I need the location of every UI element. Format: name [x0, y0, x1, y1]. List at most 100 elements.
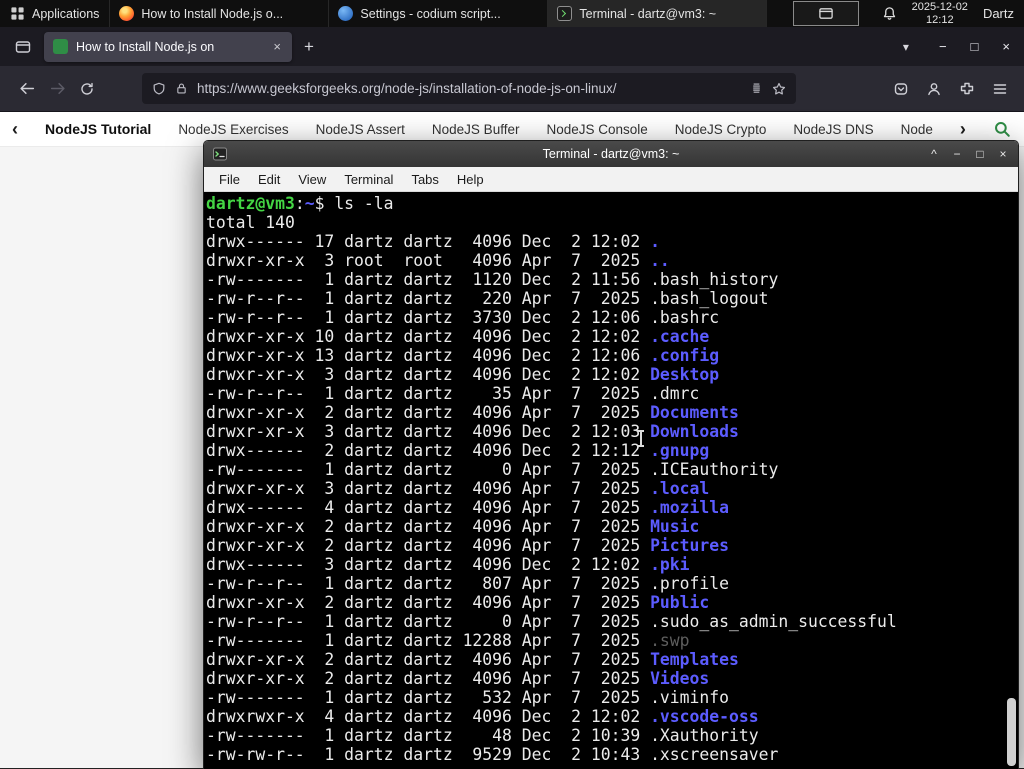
lock-icon[interactable]	[175, 82, 188, 95]
taskbar-item[interactable]: Settings - codium script...	[329, 0, 549, 27]
terminal-line: drwxr-xr-x 2 dartz dartz 4096 Apr 7 2025…	[206, 517, 700, 536]
terminal-line: drwxrwxr-x 4 dartz dartz 4096 Dec 2 12:0…	[206, 707, 759, 726]
terminal-shade-button[interactable]: ^	[927, 147, 941, 161]
pocket-icon[interactable]	[893, 81, 909, 97]
gfg-nav-item[interactable]: NodeJS Crypto	[675, 122, 767, 137]
terminal-line: -rw------- 1 dartz dartz 48 Dec 2 10:39 …	[206, 726, 759, 745]
terminal-line: drwx------ 17 dartz dartz 4096 Dec 2 12:…	[206, 232, 660, 251]
taskbar-item-label: How to Install Node.js o...	[141, 6, 284, 21]
terminal-icon	[557, 6, 573, 21]
terminal-line: drwxr-xr-x 10 dartz dartz 4096 Dec 2 12:…	[206, 327, 710, 346]
nav-scroll-left-icon[interactable]: ‹	[12, 120, 18, 138]
terminal-line: -rw-r--r-- 1 dartz dartz 35 Apr 7 2025 .…	[206, 384, 700, 403]
toolbar-right-icons	[893, 81, 1012, 97]
taskbar: How to Install Node.js o... Settings - co…	[110, 0, 768, 27]
terminal-line: -rw-rw-r-- 1 dartz dartz 9529 Dec 2 10:4…	[206, 745, 779, 764]
notifications-bell-icon[interactable]	[882, 6, 897, 21]
reader-view-icon[interactable]	[750, 82, 763, 95]
gfg-nav-item[interactable]: NodeJS Console	[546, 122, 647, 137]
url-bar[interactable]: https://www.geeksforgeeks.org/node-js/in…	[142, 73, 796, 104]
taskbar-item[interactable]: Terminal - dartz@vm3: ~	[548, 0, 768, 27]
terminal-menu-file[interactable]: File	[210, 172, 249, 187]
terminal-menu-view[interactable]: View	[289, 172, 335, 187]
terminal-title: Terminal - dartz@vm3: ~	[542, 147, 680, 161]
forward-button[interactable]	[42, 74, 72, 104]
terminal-titlebar[interactable]: Terminal - dartz@vm3: ~ ^ − □ ×	[204, 141, 1018, 167]
window-minimize-button[interactable]: −	[939, 39, 947, 54]
browser-toolbar: https://www.geeksforgeeks.org/node-js/in…	[0, 66, 1024, 112]
user-menu[interactable]: Dartz	[983, 6, 1014, 21]
terminal-screen[interactable]: dartz@vm3:~$ ls -la total 140 drwx------ 1…	[204, 192, 1018, 769]
browser-tab[interactable]: How to Install Node.js on ×	[44, 31, 292, 62]
gfg-nav-item[interactable]: NodeJS Tutorial	[45, 121, 151, 137]
terminal-line: -rw-r--r-- 1 dartz dartz 807 Apr 7 2025 …	[206, 574, 730, 593]
terminal-line: -rw------- 1 dartz dartz 1120 Dec 2 11:5…	[206, 270, 779, 289]
applications-menu[interactable]: Applications	[0, 0, 111, 27]
terminal-app-icon	[212, 146, 228, 162]
terminal-maximize-button[interactable]: □	[973, 147, 987, 161]
topbar-status-area: 2025-12-02 12:12 Dartz	[872, 0, 1024, 27]
terminal-menu-tabs[interactable]: Tabs	[402, 172, 447, 187]
tracking-shield-icon[interactable]	[152, 82, 166, 96]
tray-terminal-window-icon[interactable]	[793, 1, 860, 26]
new-tab-button[interactable]: +	[304, 37, 314, 57]
gfg-nav-item[interactable]: Node	[901, 122, 933, 137]
terminal-line: -rw------- 1 dartz dartz 0 Apr 7 2025 .I…	[206, 460, 779, 479]
terminal-window-controls: ^ − □ ×	[927, 147, 1010, 161]
menu-hamburger-icon[interactable]	[992, 81, 1008, 97]
browser-window-controls: − □ ×	[939, 39, 1010, 54]
search-icon[interactable]	[993, 120, 1011, 138]
terminal-line: drwx------ 2 dartz dartz 4096 Dec 2 12:1…	[206, 441, 710, 460]
back-button[interactable]	[12, 74, 42, 104]
terminal-line: drwxr-xr-x 2 dartz dartz 4096 Apr 7 2025…	[206, 650, 739, 669]
terminal-line: drwxr-xr-x 2 dartz dartz 4096 Apr 7 2025…	[206, 593, 710, 612]
tab-close-icon[interactable]: ×	[271, 39, 283, 54]
terminal-menu-help[interactable]: Help	[448, 172, 493, 187]
firefox-icon	[119, 6, 135, 21]
clock[interactable]: 2025-12-02 12:12	[912, 1, 968, 26]
terminal-scrollbar-thumb[interactable]	[1007, 698, 1016, 766]
bookmark-star-icon[interactable]	[772, 82, 786, 96]
terminal-menubar: File Edit View Terminal Tabs Help	[204, 167, 1018, 192]
terminal-line: drwxr-xr-x 3 dartz dartz 4096 Dec 2 12:0…	[206, 365, 720, 384]
terminal-line: -rw-r--r-- 1 dartz dartz 0 Apr 7 2025 .s…	[206, 612, 897, 631]
firefox-view-icon[interactable]	[8, 33, 38, 61]
terminal-line: drwxr-xr-x 3 dartz dartz 4096 Apr 7 2025…	[206, 479, 710, 498]
terminal-line: -rw------- 1 dartz dartz 12288 Apr 7 202…	[206, 631, 690, 650]
taskbar-item[interactable]: How to Install Node.js o...	[110, 0, 330, 27]
extensions-icon[interactable]	[959, 81, 975, 97]
applications-label: Applications	[32, 6, 100, 21]
terminal-line: drwx------ 4 dartz dartz 4096 Apr 7 2025…	[206, 498, 730, 517]
terminal-line: drwx------ 3 dartz dartz 4096 Dec 2 12:0…	[206, 555, 690, 574]
terminal-menu-edit[interactable]: Edit	[249, 172, 289, 187]
gfg-nav-items: NodeJS Tutorial NodeJS Exercises NodeJS As…	[45, 121, 933, 137]
gfg-nav-item[interactable]: NodeJS DNS	[793, 122, 873, 137]
reload-button[interactable]	[72, 74, 102, 104]
nav-scroll-right-icon[interactable]: ›	[960, 120, 966, 138]
url-text[interactable]: https://www.geeksforgeeks.org/node-js/in…	[197, 81, 741, 96]
gfg-favicon	[53, 39, 68, 54]
gfg-nav-item[interactable]: NodeJS Buffer	[432, 122, 520, 137]
terminal-minimize-button[interactable]: −	[950, 147, 964, 161]
terminal-line: drwxr-xr-x 2 dartz dartz 4096 Apr 7 2025…	[206, 669, 710, 688]
tab-title: How to Install Node.js on	[76, 39, 215, 54]
terminal-output: dartz@vm3:~$ ls -la total 140 drwx------ 1…	[206, 194, 1004, 764]
gfg-nav-item[interactable]: NodeJS Exercises	[178, 122, 288, 137]
window-close-button[interactable]: ×	[1002, 39, 1010, 54]
terminal-line: drwxr-xr-x 2 dartz dartz 4096 Apr 7 2025…	[206, 536, 730, 555]
window-maximize-button[interactable]: □	[971, 39, 979, 54]
terminal-window: Terminal - dartz@vm3: ~ ^ − □ × File Edit…	[203, 140, 1019, 769]
applications-icon	[10, 6, 25, 21]
terminal-close-button[interactable]: ×	[996, 147, 1010, 161]
gfg-nav-item[interactable]: NodeJS Assert	[316, 122, 405, 137]
tab-strip: How to Install Node.js on × + ▾ − □ ×	[0, 27, 1024, 66]
list-all-tabs-icon[interactable]: ▾	[903, 40, 909, 54]
terminal-line: drwxr-xr-x 3 root root 4096 Apr 7 2025 .…	[206, 251, 670, 270]
terminal-total-line: total 140	[206, 213, 295, 232]
terminal-prompt-line: dartz@vm3:~$ ls -la	[206, 194, 394, 213]
terminal-line: drwxr-xr-x 2 dartz dartz 4096 Apr 7 2025…	[206, 403, 739, 422]
terminal-menu-terminal[interactable]: Terminal	[335, 172, 402, 187]
terminal-line: -rw-r--r-- 1 dartz dartz 3730 Dec 2 12:0…	[206, 308, 720, 327]
terminal-line: -rw------- 1 dartz dartz 532 Apr 7 2025 …	[206, 688, 730, 707]
account-icon[interactable]	[926, 81, 942, 97]
